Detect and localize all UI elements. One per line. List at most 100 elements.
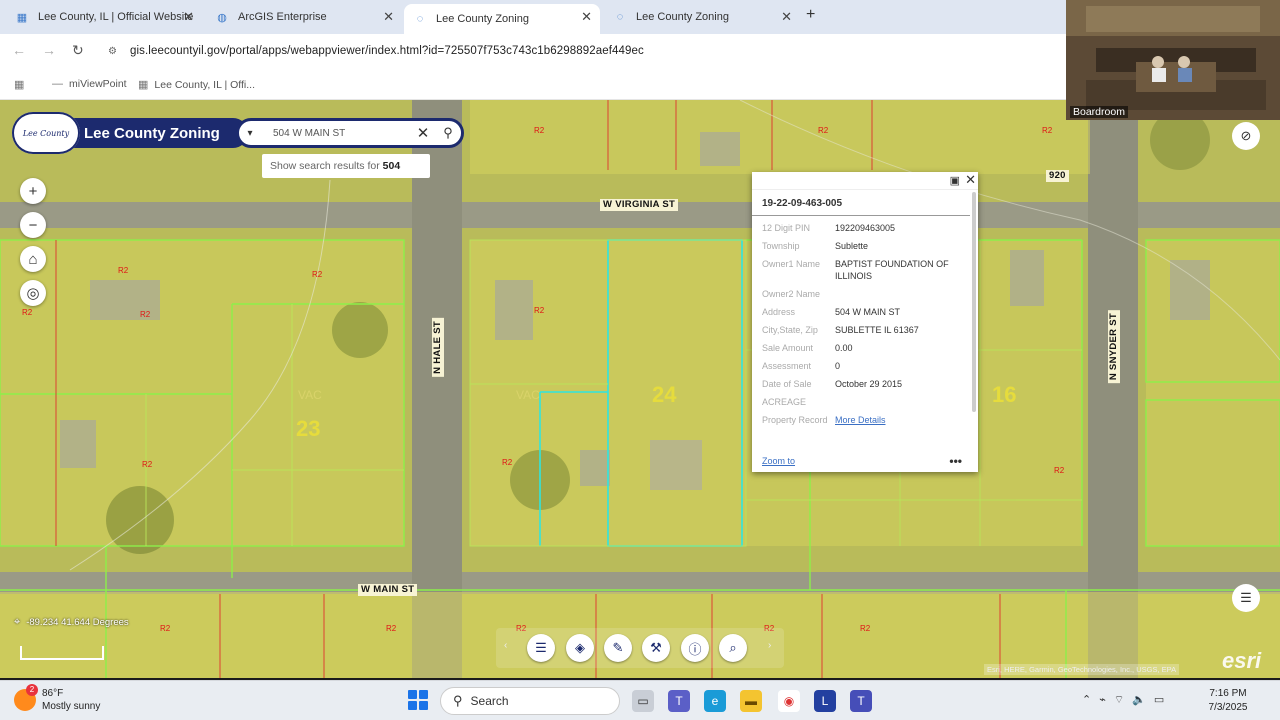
search-icon[interactable]: ⚲	[435, 125, 461, 141]
notification-badge: 2	[26, 684, 38, 696]
address-bar: ← → ↻ ⚙ gis.leecountyil.gov/portal/apps/…	[0, 34, 1068, 70]
field-label: ACREAGE	[762, 397, 807, 407]
field-label: 12 Digit PIN	[762, 223, 811, 233]
popup-row: Address 504 W MAIN ST	[752, 306, 978, 318]
field-value: SUBLETTE IL 61367	[835, 325, 919, 335]
locate-icon[interactable]: ◎	[20, 280, 46, 306]
field-value: BAPTIST FOUNDATION OF ILLINOIS	[835, 259, 949, 281]
field-value: 0.00	[835, 343, 853, 353]
close-icon[interactable]: ✕	[965, 172, 976, 188]
maximize-icon[interactable]: ▣	[950, 174, 960, 187]
home-icon[interactable]: ⌂	[20, 246, 46, 272]
close-icon[interactable]: ✕	[781, 9, 792, 25]
tab-arcgis-enterprise[interactable]: ◍ ArcGIS Enterprise ✕	[206, 4, 402, 30]
boardroom-video-image	[1066, 0, 1280, 120]
popup-row: ACREAGE	[752, 396, 978, 408]
chevron-right-icon[interactable]: ›	[768, 640, 771, 651]
block-number: 24	[652, 382, 677, 407]
search-icon: ⚲	[453, 693, 463, 708]
back-icon[interactable]: ←	[12, 42, 26, 58]
site-info-icon[interactable]: ⚙	[108, 46, 117, 57]
info-icon[interactable]: ⓘ	[681, 634, 709, 662]
block-number: 16	[992, 382, 1017, 407]
road-hale	[412, 100, 462, 678]
bookmark-lee-county[interactable]: ▦ Lee County, IL | Offi...	[138, 78, 255, 92]
apps-icon[interactable]: ▦	[14, 78, 30, 91]
tab-label: ArcGIS Enterprise	[238, 11, 327, 23]
zoom-in-icon[interactable]: +	[20, 178, 46, 204]
field-value: 0	[835, 361, 841, 371]
more-details-link[interactable]: More Details	[835, 415, 886, 425]
zone-label: R2	[860, 624, 871, 633]
search-suggestion[interactable]: Show search results for 504	[262, 154, 430, 178]
field-value: Sublette	[835, 241, 869, 251]
popup-row: Owner1 Name BAPTIST FOUNDATION OF ILLINOI…	[752, 258, 978, 282]
close-icon[interactable]: ✕	[581, 9, 592, 25]
zone-label: R2	[140, 310, 151, 319]
zoom-out-icon[interactable]: −	[20, 212, 46, 238]
chevron-left-icon[interactable]: ‹	[504, 640, 507, 651]
esri-logo: esri	[1222, 648, 1262, 673]
street-label-virginia: W VIRGINIA ST	[600, 199, 679, 211]
popup-row: Assessment 0	[752, 360, 978, 372]
reload-icon[interactable]: ↻	[72, 42, 84, 59]
taskbar-search[interactable]: ⚲ Search	[440, 687, 620, 715]
draw-icon[interactable]: ✎	[604, 634, 632, 662]
url-field[interactable]: gis.leecountyil.gov/portal/apps/webappvi…	[130, 45, 644, 57]
grid-icon: ▦	[138, 79, 149, 91]
block-number: 23	[296, 416, 321, 441]
chrome-icon[interactable]: ◉	[778, 690, 800, 712]
task-view-icon[interactable]: ▭	[632, 690, 654, 712]
forward-icon[interactable]: →	[42, 42, 56, 58]
clock-time: 7:16 PM	[1209, 688, 1247, 699]
popup-row: Sale Amount 0.00	[752, 342, 978, 354]
field-label: Date of Sale	[762, 379, 812, 389]
video-feed: Boardroom	[1066, 0, 1280, 120]
query-icon[interactable]: ⌕	[719, 634, 747, 662]
close-icon[interactable]: ✕	[183, 9, 194, 25]
chevron-down-icon[interactable]: ▾	[239, 128, 261, 139]
clock-date: 7/3/2025	[1208, 702, 1248, 713]
layer-list-icon[interactable]: ☰	[1232, 584, 1260, 612]
file-explorer-icon[interactable]: ▬	[740, 690, 762, 712]
clock[interactable]: 7:16 PM 7/3/2025	[1200, 687, 1256, 715]
zone-label: R2	[1054, 466, 1065, 475]
field-label: Property Record	[762, 415, 828, 425]
arcgis-icon: ◌	[616, 11, 624, 23]
popup-header: ▣ ✕	[752, 172, 978, 190]
list-icon[interactable]: ☰	[527, 634, 555, 662]
teams-meeting-icon[interactable]: T	[850, 690, 872, 712]
tab-lee-county-website[interactable]: ▦ Lee County, IL | Official Website ✕	[6, 4, 202, 30]
app-l-icon[interactable]: L	[814, 690, 836, 712]
visibility-toggle-icon[interactable]: ⊘	[1232, 122, 1260, 150]
more-actions-icon[interactable]: •••	[949, 454, 962, 468]
zone-label: R2	[312, 270, 323, 279]
system-tray-icons[interactable]: ⌃⌁⌔🔈▭	[1082, 693, 1172, 707]
street-label-hale: N HALE ST	[432, 318, 444, 377]
screen: ▦ Lee County, IL | Official Website ✕ ◍ …	[0, 0, 1280, 720]
tab-lee-county-zoning[interactable]: ◌ Lee County Zoning ✕	[604, 4, 800, 30]
clear-icon[interactable]: ✕	[411, 124, 435, 142]
crosshair-icon[interactable]: ⌖	[14, 616, 20, 629]
globe-icon: ◍	[217, 11, 227, 24]
layers-icon[interactable]: ◈	[566, 634, 594, 662]
tab-label: Lee County Zoning	[636, 11, 729, 23]
close-icon[interactable]: ✕	[383, 9, 394, 25]
popup-scrollbar[interactable]	[972, 192, 976, 412]
vac-label: VAC	[298, 388, 322, 402]
weather-widget[interactable]: 2 86°F Mostly sunny	[14, 684, 100, 713]
windows-start-icon[interactable]	[408, 690, 428, 710]
zone-label: R2	[534, 306, 545, 315]
zoom-to-link[interactable]: Zoom to	[762, 456, 795, 466]
field-value	[835, 288, 968, 300]
tab-label: Lee County, IL | Official Website	[38, 11, 194, 23]
map-view[interactable]: W VIRGINIA ST W MAIN ST N HALE ST N SNYD…	[0, 100, 1280, 678]
zone-label: R2	[386, 624, 397, 633]
bookmark-miviewpoint[interactable]: — miViewPoint	[52, 78, 127, 90]
edge-icon[interactable]: e	[704, 690, 726, 712]
measure-icon[interactable]: ⚒	[642, 634, 670, 662]
tab-lee-county-zoning-active[interactable]: ◌ Lee County Zoning ✕	[404, 4, 600, 34]
new-tab-icon[interactable]: +	[806, 6, 815, 24]
search-input[interactable]: 504 W MAIN ST	[261, 128, 411, 139]
teams-icon[interactable]: T	[668, 690, 690, 712]
